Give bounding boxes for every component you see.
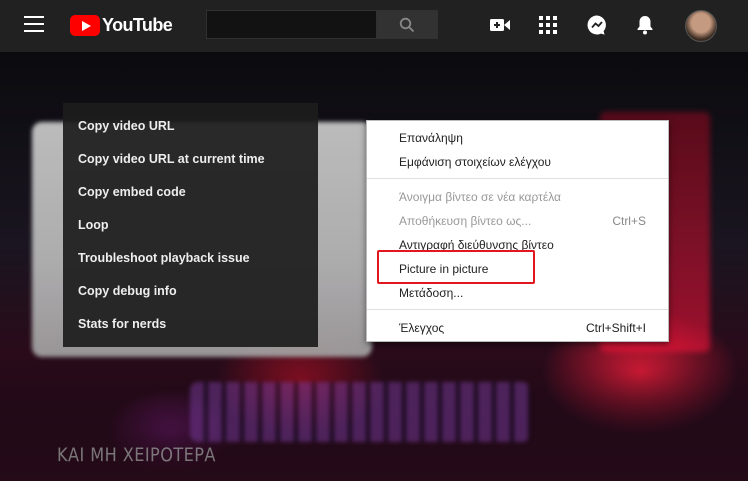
video-caption: ΚΑΙ ΜΗ ΧΕΙΡΟΤΕΡΑ bbox=[57, 444, 216, 466]
copy-debug-info-item[interactable]: Copy debug info bbox=[63, 275, 318, 308]
ctx-shortcut: Ctrl+Shift+I bbox=[585, 321, 646, 335]
stats-for-nerds-item[interactable]: Stats for nerds bbox=[63, 308, 318, 341]
ctx-open-video-new-tab-item: Άνοιγμα βίντεο σε νέα καρτέλα bbox=[367, 185, 668, 209]
search-icon bbox=[399, 17, 415, 32]
ctx-item-label: Επανάληψη bbox=[399, 131, 463, 145]
browser-context-menu: Επανάληψη Εμφάνιση στοιχείων ελέγχου Άνο… bbox=[366, 120, 669, 342]
copy-embed-code-item[interactable]: Copy embed code bbox=[63, 176, 318, 209]
ctx-item-label: Έλεγχος bbox=[399, 321, 445, 335]
ctx-inspect-item[interactable]: Έλεγχος Ctrl+Shift+I bbox=[367, 316, 668, 340]
create-video-icon[interactable] bbox=[487, 12, 513, 38]
menu-divider bbox=[367, 309, 668, 310]
ctx-cast-item[interactable]: Μετάδοση... bbox=[367, 281, 668, 305]
ctx-shortcut: Ctrl+S bbox=[612, 214, 646, 228]
loop-item[interactable]: Loop bbox=[63, 209, 318, 242]
avatar[interactable] bbox=[685, 10, 717, 42]
notifications-icon[interactable] bbox=[632, 12, 658, 38]
troubleshoot-item[interactable]: Troubleshoot playback issue bbox=[63, 242, 318, 275]
copy-video-url-at-time-item[interactable]: Copy video URL at current time bbox=[63, 143, 318, 176]
ctx-item-label: Αποθήκευση βίντεο ως... bbox=[399, 214, 532, 228]
ctx-item-label: Μετάδοση... bbox=[399, 286, 464, 300]
background-keyboard bbox=[190, 382, 530, 442]
logo-text: YouTube bbox=[102, 14, 173, 35]
ctx-item-label: Άνοιγμα βίντεο σε νέα καρτέλα bbox=[399, 190, 561, 204]
copy-video-url-item[interactable]: Copy video URL bbox=[63, 110, 318, 143]
ctx-item-label: Εμφάνιση στοιχείων ελέγχου bbox=[399, 155, 551, 169]
messages-icon[interactable] bbox=[584, 12, 610, 38]
player-context-menu: Copy video URL Copy video URL at current… bbox=[63, 103, 318, 347]
youtube-logo[interactable]: YouTube GR bbox=[70, 14, 237, 36]
search-input[interactable] bbox=[206, 10, 376, 39]
ctx-loop-item[interactable]: Επανάληψη bbox=[367, 126, 668, 150]
menu-icon[interactable] bbox=[24, 16, 44, 32]
ctx-save-video-as-item: Αποθήκευση βίντεο ως... Ctrl+S bbox=[367, 209, 668, 233]
highlight-box bbox=[377, 250, 535, 284]
youtube-play-icon bbox=[70, 14, 100, 36]
apps-icon[interactable] bbox=[535, 12, 561, 38]
search-button[interactable] bbox=[376, 10, 438, 39]
top-bar: YouTube GR bbox=[0, 0, 748, 52]
menu-divider bbox=[367, 178, 668, 179]
ctx-show-controls-item[interactable]: Εμφάνιση στοιχείων ελέγχου bbox=[367, 150, 668, 174]
